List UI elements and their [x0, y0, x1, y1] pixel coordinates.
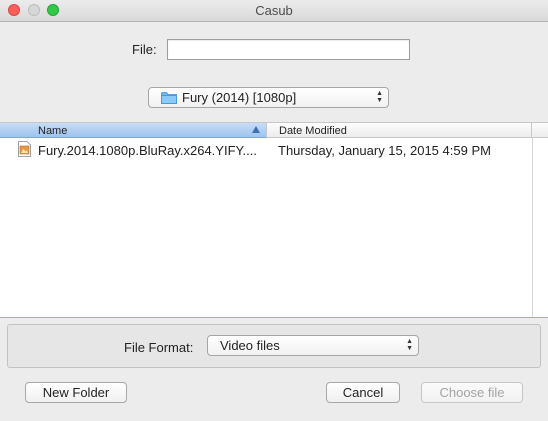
- file-format-select[interactable]: Video files ▲ ▼: [207, 335, 419, 356]
- file-field-label: File:: [132, 42, 157, 57]
- column-header-name[interactable]: Name: [0, 123, 267, 138]
- file-format-value: Video files: [220, 338, 280, 353]
- column-divider: [532, 138, 533, 317]
- column-header-date-label: Date Modified: [279, 125, 347, 137]
- title-bar: Casub: [0, 0, 548, 22]
- folder-icon: [161, 92, 177, 104]
- file-format-panel: File Format: Video files ▲ ▼: [7, 324, 541, 368]
- list-item[interactable]: Fury.2014.1080p.BluRay.x264.YIFY.... Thu…: [0, 141, 532, 159]
- file-name-input[interactable]: [167, 39, 410, 60]
- column-header-date-modified[interactable]: Date Modified: [267, 123, 532, 138]
- file-name: Fury.2014.1080p.BluRay.x264.YIFY....: [38, 143, 257, 158]
- window-title: Casub: [255, 3, 293, 18]
- file-browser[interactable]: Name Date Modified Fury.2014.1080p.BluRa…: [0, 122, 548, 318]
- cancel-button[interactable]: Cancel: [326, 382, 400, 403]
- up-down-arrows-icon: ▲ ▼: [406, 338, 413, 352]
- file-format-label: File Format:: [124, 340, 194, 355]
- up-down-arrows-icon: ▲ ▼: [376, 90, 383, 104]
- file-date-modified: Thursday, January 15, 2015 4:59 PM: [278, 143, 491, 158]
- video-file-icon: [18, 141, 31, 157]
- choose-file-button[interactable]: Choose file: [421, 382, 523, 403]
- column-header-name-label: Name: [38, 125, 68, 137]
- column-header-spacer: [532, 123, 548, 138]
- current-folder-name: Fury (2014) [1080p]: [182, 90, 297, 105]
- location-popup[interactable]: Fury (2014) [1080p] ▲ ▼: [148, 87, 389, 108]
- sort-ascending-icon: [252, 126, 260, 133]
- new-folder-button[interactable]: New Folder: [25, 382, 127, 403]
